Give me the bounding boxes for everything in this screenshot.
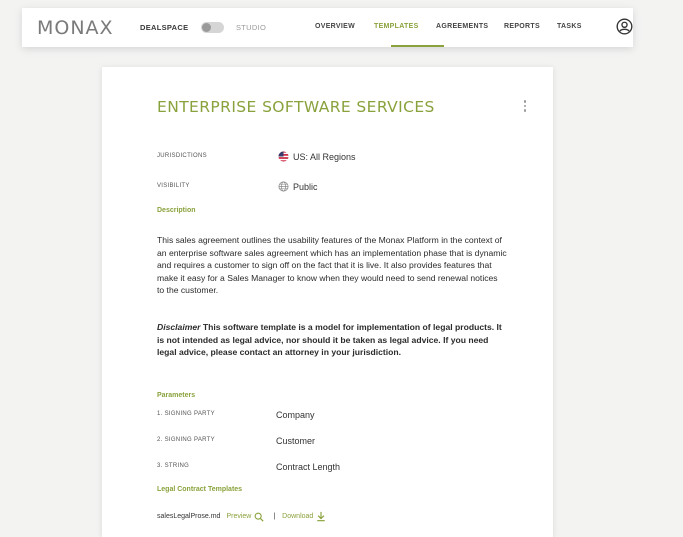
- parameter-value: Contract Length: [276, 462, 341, 472]
- parameter-value: Company: [276, 410, 315, 420]
- file-name: salesLegalProse.md: [157, 513, 221, 520]
- parameter-label: 1. SIGNING PARTY: [157, 411, 215, 417]
- disclaimer-text: This software template is a model for im…: [157, 322, 502, 357]
- download-icon: [317, 511, 326, 522]
- toggle-knob: [202, 23, 211, 32]
- us-flag-icon: [278, 151, 289, 162]
- template-title: ENTERPRISE SOFTWARE SERVICES: [157, 98, 435, 116]
- parameter-value: Customer: [276, 436, 316, 446]
- description-heading: Description: [157, 207, 196, 214]
- jurisdictions-label: JURISDICTIONS: [157, 153, 207, 159]
- nav-tasks[interactable]: TASKS: [557, 23, 582, 30]
- legal-template-file-row: salesLegalProse.md Preview | Download: [157, 511, 326, 522]
- parameter-label: 2. SIGNING PARTY: [157, 437, 215, 443]
- link-separator: |: [273, 513, 276, 520]
- nav-reports[interactable]: REPORTS: [504, 23, 540, 30]
- visibility-value-row: Public: [278, 181, 318, 192]
- preview-label: Preview: [226, 513, 252, 520]
- download-label: Download: [282, 513, 314, 520]
- parameter-label: 3. STRING: [157, 463, 190, 469]
- nav-active-indicator: [391, 45, 444, 47]
- preview-link[interactable]: Preview: [226, 512, 264, 522]
- mode-toggle[interactable]: [201, 22, 224, 33]
- description-text: This sales agreement outlines the usabil…: [157, 235, 507, 295]
- more-options-icon[interactable]: [521, 100, 529, 114]
- globe-icon: [278, 181, 289, 192]
- nav-overview[interactable]: OVERVIEW: [315, 23, 355, 30]
- parameters-heading: Parameters: [157, 392, 196, 399]
- nav-agreements[interactable]: AGREEMENTS: [436, 23, 488, 30]
- jurisdictions-value-row: US: All Regions: [278, 151, 356, 162]
- user-account-icon[interactable]: [616, 18, 633, 35]
- disclaimer-label: Disclaimer: [157, 322, 201, 332]
- template-detail-card: ENTERPRISE SOFTWARE SERVICES JURISDICTIO…: [102, 67, 553, 537]
- nav-templates[interactable]: TEMPLATES: [374, 23, 419, 30]
- legal-templates-heading: Legal Contract Templates: [157, 486, 243, 493]
- monax-logo[interactable]: MONAX: [37, 17, 114, 39]
- top-navbar: MONAX DEALSPACE STUDIO OVERVIEW TEMPLATE…: [22, 8, 633, 47]
- jurisdictions-value: US: All Regions: [293, 151, 356, 162]
- visibility-value: Public: [293, 181, 318, 192]
- visibility-label: VISIBILITY: [157, 183, 190, 189]
- dealspace-mode-label[interactable]: DEALSPACE: [140, 23, 188, 32]
- disclaimer-block: Disclaimer This software template is a m…: [157, 321, 507, 359]
- studio-mode-label[interactable]: STUDIO: [236, 23, 266, 32]
- download-link[interactable]: Download: [282, 511, 326, 522]
- search-icon: [254, 512, 264, 522]
